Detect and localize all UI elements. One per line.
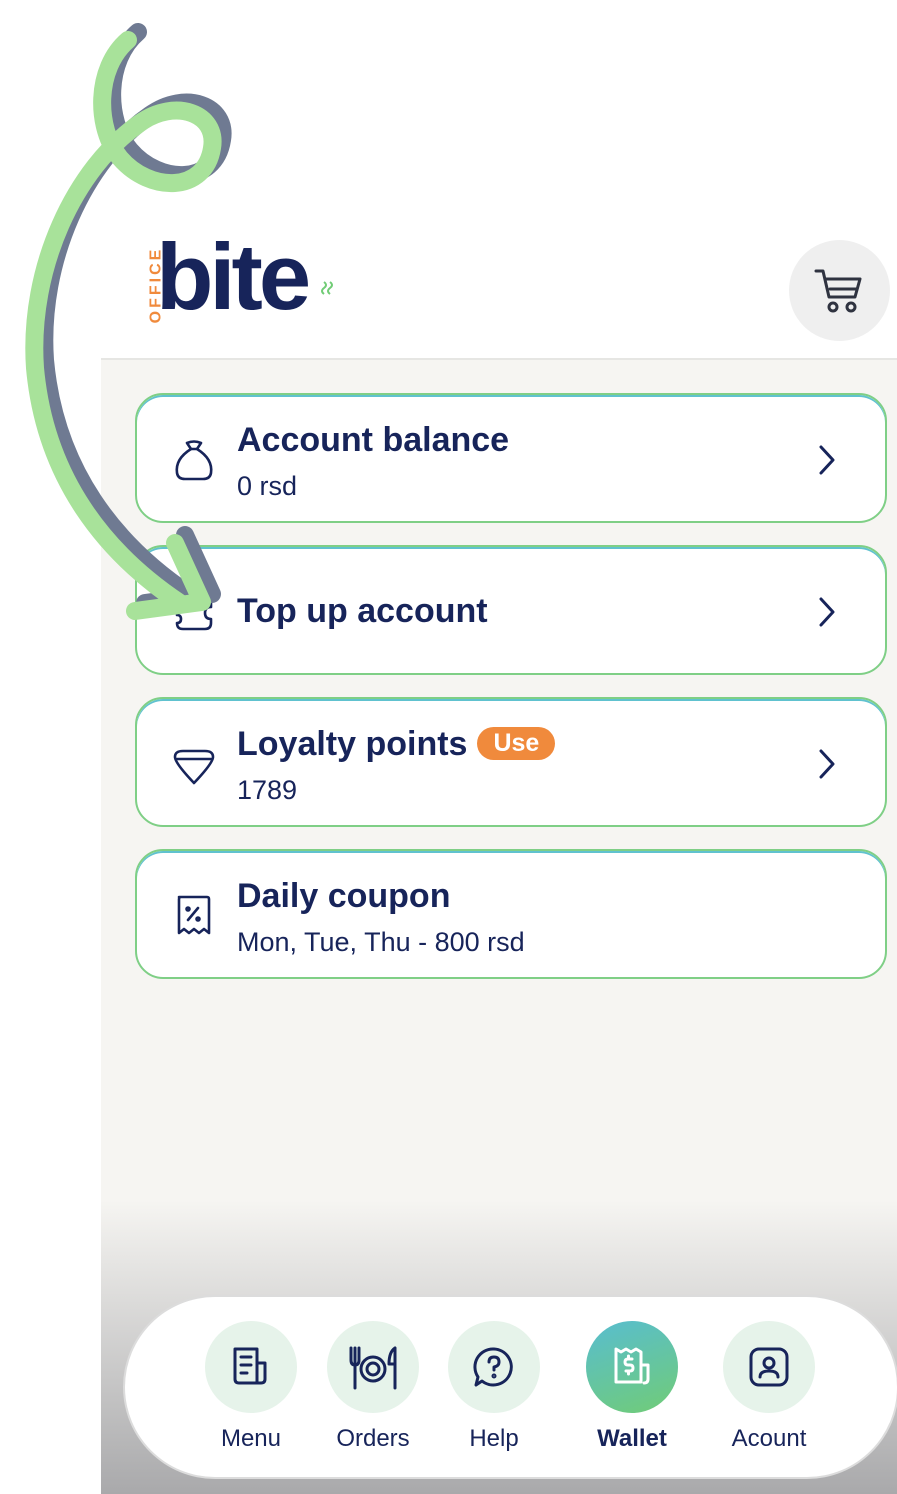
account-icon — [749, 1347, 789, 1387]
menu-icon — [233, 1347, 267, 1385]
coupon-icon — [177, 895, 211, 935]
cart-icon — [814, 269, 861, 312]
loyalty-points-title: Loyalty points Use — [237, 725, 556, 764]
use-points-badge[interactable]: Use — [477, 727, 556, 760]
nav-item-help[interactable]: Help — [439, 1321, 549, 1453]
steam-icon — [321, 281, 333, 295]
top-up-account-card[interactable]: Top up account — [135, 545, 887, 675]
loyalty-points-value: 1789 — [237, 775, 298, 805]
nav-orders-label: Orders — [336, 1425, 410, 1452]
nav-help-label: Help — [469, 1425, 519, 1452]
wallet-top-up-icon — [175, 597, 213, 631]
chevron-right-icon — [819, 445, 835, 475]
nav-help-circle — [448, 1321, 540, 1413]
help-icon — [473, 1347, 513, 1387]
nav-menu-circle — [205, 1321, 297, 1413]
nav-menu-label: Menu — [220, 1425, 282, 1452]
account-balance-value: 0 rsd — [237, 471, 298, 501]
nav-orders-circle — [327, 1321, 419, 1413]
account-balance-card[interactable]: Account balance 0 rsd — [135, 393, 887, 523]
app-header: OFFICE bite — [101, 0, 897, 360]
nav-item-account[interactable]: Acount — [714, 1321, 824, 1453]
daily-coupon-title: Daily coupon — [237, 877, 451, 915]
nav-account-label: Acount — [731, 1425, 807, 1452]
nav-wallet-circle — [586, 1321, 678, 1413]
nav-wallet-label: Wallet — [597, 1425, 667, 1452]
nav-item-wallet[interactable]: Wallet — [577, 1321, 687, 1453]
app-screen: OFFICE bite Account balance 0 rsd Top up… — [101, 0, 897, 1494]
top-up-account-title: Top up account — [237, 592, 488, 630]
logo-bite-text: bite — [156, 224, 311, 329]
orders-icon — [349, 1346, 397, 1390]
cart-button[interactable] — [789, 240, 890, 341]
nav-account-circle — [723, 1321, 815, 1413]
loyalty-points-label: Loyalty points — [237, 725, 468, 763]
nav-item-menu[interactable]: Menu — [196, 1321, 306, 1453]
daily-coupon-details: Mon, Tue, Thu - 800 rsd — [237, 927, 525, 957]
wallet-icon — [614, 1347, 650, 1385]
account-balance-title: Account balance — [237, 421, 510, 459]
nav-item-orders[interactable]: Orders — [318, 1321, 428, 1453]
chevron-right-icon — [819, 749, 835, 779]
money-bag-icon — [175, 440, 213, 481]
office-bite-logo: OFFICE bite — [134, 230, 374, 336]
daily-coupon-card[interactable]: Daily coupon Mon, Tue, Thu - 800 rsd — [135, 849, 887, 979]
diamond-icon — [173, 749, 215, 785]
chevron-right-icon — [819, 597, 835, 627]
bottom-navigation: Menu Orders Help Wallet Acount — [125, 1297, 897, 1477]
loyalty-points-card[interactable]: Loyalty points Use 1789 — [135, 697, 887, 827]
